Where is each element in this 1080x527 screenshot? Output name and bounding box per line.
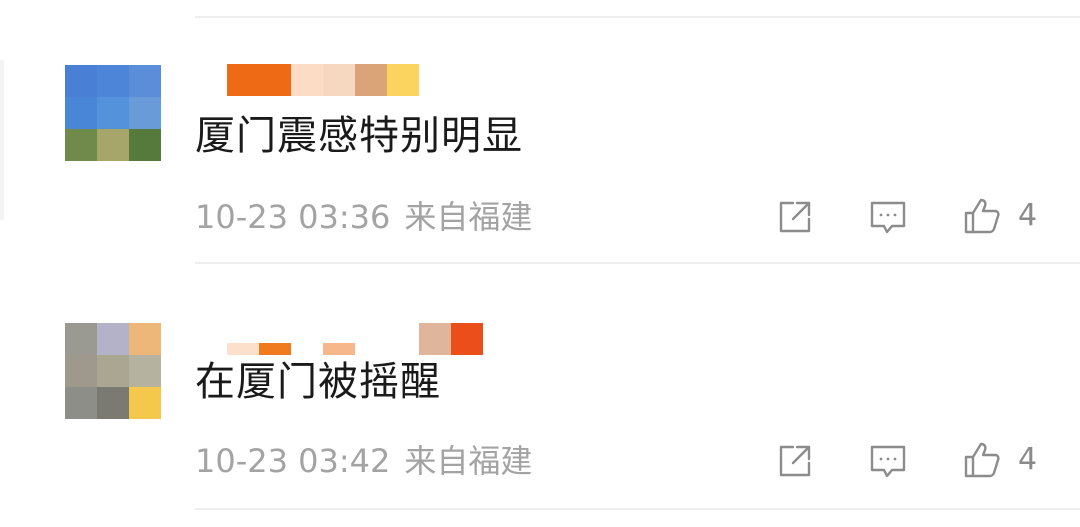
username-pixel <box>419 323 451 355</box>
comment-time: 10-23 03:42 <box>195 442 391 480</box>
comment-text: 厦门震感特别明显 <box>195 113 523 159</box>
comment-text: 在厦门被摇醒 <box>195 359 441 405</box>
avatar-pixel <box>129 323 161 355</box>
comment-item: 厦门震感特别明显 10-23 03:36 来自福建 4 <box>0 0 1080 262</box>
avatar-pixel <box>65 387 97 419</box>
avatar-pixel <box>97 97 129 129</box>
like-button[interactable] <box>962 196 1002 236</box>
comment-location: 来自福建 <box>404 442 533 480</box>
avatar-pixel <box>97 129 129 161</box>
avatar-pixel <box>65 65 97 97</box>
username-pixel <box>291 64 323 96</box>
share-icon <box>779 201 811 233</box>
username-pixel <box>355 64 387 96</box>
comment-button[interactable] <box>868 197 908 237</box>
like-count: 4 <box>1018 442 1038 477</box>
avatar[interactable] <box>65 65 161 161</box>
comment-meta: 10-23 03:42 来自福建 <box>195 441 532 481</box>
username-pixel <box>259 343 291 355</box>
avatar-pixel <box>65 129 97 161</box>
username-pixel <box>451 323 483 355</box>
comment-icon <box>870 445 906 478</box>
avatar-pixel <box>97 323 129 355</box>
avatar-pixel <box>65 323 97 355</box>
thumbs-up-icon <box>964 198 1000 234</box>
username-pixel <box>227 343 259 355</box>
username-pixel <box>323 64 355 96</box>
avatar-pixel <box>129 65 161 97</box>
username-blurred[interactable] <box>195 323 483 355</box>
avatar-pixel <box>65 97 97 129</box>
avatar-pixel <box>97 355 129 387</box>
like-button[interactable] <box>962 440 1002 480</box>
comment-time: 10-23 03:36 <box>195 198 391 236</box>
like-count: 4 <box>1018 198 1038 233</box>
comment-meta: 10-23 03:36 来自福建 <box>195 197 532 237</box>
share-icon <box>779 445 811 477</box>
thumbs-up-icon <box>964 442 1000 478</box>
avatar-pixel <box>129 355 161 387</box>
avatar-pixel <box>65 355 97 387</box>
comment-icon <box>870 201 906 234</box>
share-button[interactable] <box>775 197 815 237</box>
username-blurred[interactable] <box>195 64 419 96</box>
username-pixel <box>387 64 419 96</box>
avatar-pixel <box>129 129 161 161</box>
avatar[interactable] <box>65 323 161 419</box>
username-pixel <box>227 64 291 96</box>
username-pixel <box>323 343 355 355</box>
avatar-pixel <box>129 97 161 129</box>
comment-button[interactable] <box>868 441 908 481</box>
avatar-pixel <box>97 387 129 419</box>
comment-location: 来自福建 <box>404 198 533 236</box>
share-button[interactable] <box>775 441 815 481</box>
comment-item: 在厦门被摇醒 10-23 03:42 来自福建 4 <box>0 264 1080 514</box>
avatar-pixel <box>97 65 129 97</box>
avatar-pixel <box>129 387 161 419</box>
comment-divider <box>195 508 1080 510</box>
